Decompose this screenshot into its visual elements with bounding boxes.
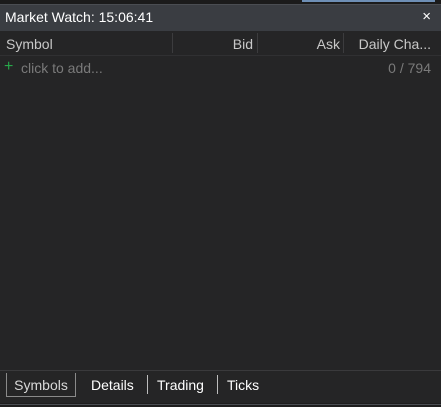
- tab-trading[interactable]: Trading: [157, 373, 204, 397]
- tab-ticks[interactable]: Ticks: [227, 373, 259, 397]
- bottom-accent-line: [0, 404, 441, 405]
- tab-separator: [217, 375, 218, 394]
- add-symbol-row[interactable]: + click to add... 0 / 794: [0, 58, 441, 80]
- plus-icon[interactable]: +: [4, 58, 13, 76]
- column-header: Symbol Bid Ask Daily Cha...: [0, 31, 441, 56]
- column-header-daily-change[interactable]: Daily Cha...: [345, 36, 431, 52]
- symbol-count: 0 / 794: [388, 60, 431, 76]
- tab-details[interactable]: Details: [91, 373, 134, 397]
- symbol-list[interactable]: [0, 80, 441, 370]
- market-watch-window: Market Watch: 15:06:41 × Symbol Bid Ask …: [0, 0, 441, 407]
- column-header-bid[interactable]: Bid: [176, 36, 253, 52]
- tab-bar-divider: [0, 370, 441, 371]
- column-separator[interactable]: [172, 33, 173, 53]
- column-separator[interactable]: [257, 33, 258, 53]
- tab-symbols[interactable]: Symbols: [6, 373, 76, 397]
- top-accent-bar: [302, 0, 435, 2]
- window-title: Market Watch: 15:06:41: [5, 9, 154, 25]
- column-separator[interactable]: [343, 33, 344, 53]
- add-symbol-input[interactable]: click to add...: [21, 60, 103, 76]
- tab-bar: Symbols Details Trading Ticks: [0, 370, 441, 407]
- close-icon[interactable]: ×: [422, 8, 431, 25]
- tab-separator: [147, 375, 148, 394]
- column-header-ask[interactable]: Ask: [260, 36, 340, 52]
- column-header-symbol[interactable]: Symbol: [6, 36, 53, 52]
- bottom-strip: [0, 403, 441, 407]
- title-bar[interactable]: Market Watch: 15:06:41 ×: [0, 4, 441, 31]
